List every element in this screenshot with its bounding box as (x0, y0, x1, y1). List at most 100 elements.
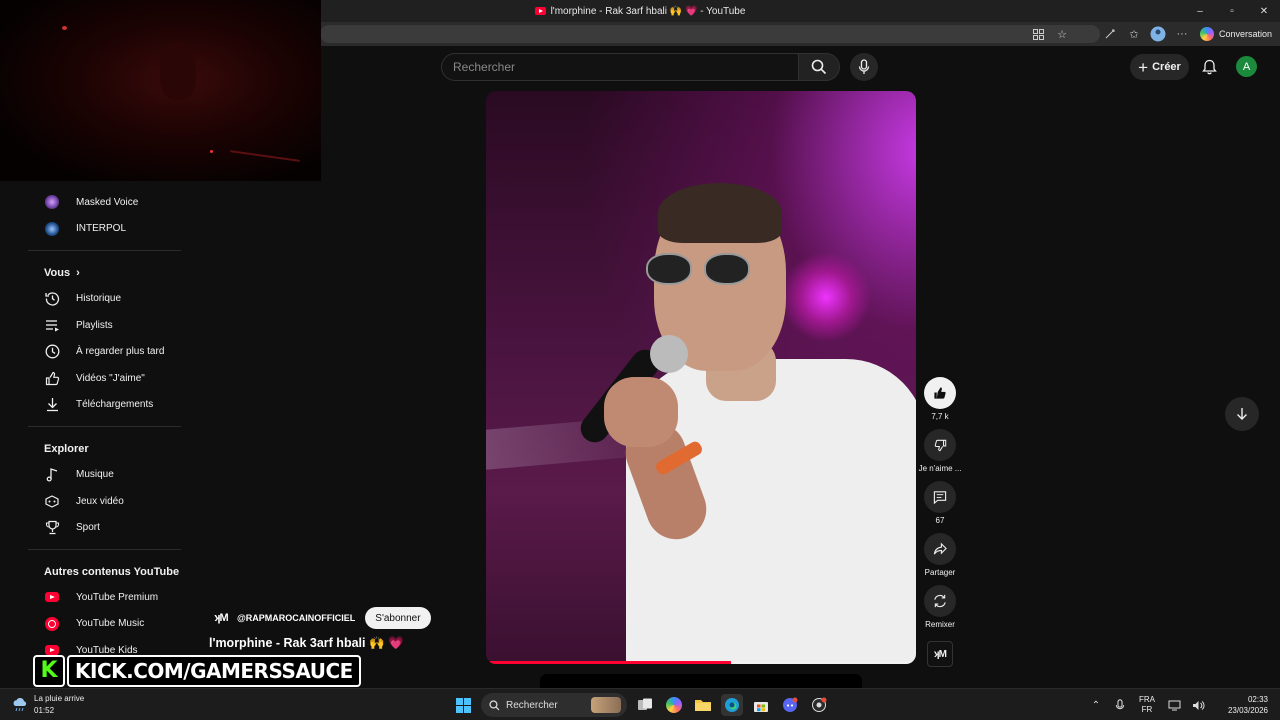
weather-widget[interactable]: La pluie arrive 01:52 (12, 693, 84, 717)
clock-icon (44, 344, 60, 360)
sidebar-heading-explorer: Explorer (44, 443, 89, 456)
sidebar-item-label: Sport (76, 522, 100, 534)
sidebar-item-youtube-premium[interactable]: YouTube Premium (28, 584, 182, 611)
minimize-button[interactable]: – (1184, 0, 1216, 22)
sidebar-item-youtube-music[interactable]: YouTube Music (28, 611, 182, 638)
split-screen-icon[interactable] (1076, 24, 1096, 44)
video-frame-performer (650, 335, 688, 373)
favorites-icon[interactable]: ✩ (1124, 24, 1144, 44)
discord-button[interactable] (779, 694, 801, 716)
remix-button[interactable] (924, 585, 956, 617)
search-box[interactable] (441, 53, 799, 81)
more-options-icon[interactable]: ··· (1172, 24, 1192, 44)
video-progress-fill (490, 661, 731, 664)
voice-search-button[interactable] (850, 53, 878, 81)
start-button[interactable] (452, 694, 474, 716)
obs-button[interactable] (808, 694, 830, 716)
like-count: 7,7 k (931, 412, 949, 421)
window-title: l'morphine - Rak 3arf hbali 🙌 💗 - YouTub… (534, 6, 745, 17)
thumbs-up-icon (934, 387, 946, 399)
like-action: 7,7 k (922, 377, 958, 429)
sidebar-item-sport[interactable]: Sport (28, 514, 182, 541)
share-button[interactable] (924, 533, 956, 565)
app-available-icon[interactable] (1028, 24, 1048, 44)
discord-icon (783, 697, 798, 712)
copilot-icon (666, 697, 682, 713)
sidebar-item-liked-videos[interactable]: Vidéos "J'aime" (28, 365, 182, 392)
channel-handle[interactable]: @RAPMAROCAINOFFICIEL (237, 613, 355, 623)
task-view-button[interactable] (634, 694, 656, 716)
kick-logo-icon: K (33, 654, 65, 687)
account-avatar[interactable]: A (1236, 56, 1257, 77)
search-highlight-image (591, 697, 621, 713)
sidebar-item-label: Musique (76, 468, 114, 480)
sidebar-item-masked-voice[interactable]: Masked Voice (28, 189, 182, 216)
microsoft-store-button[interactable] (750, 694, 772, 716)
notifications-button[interactable] (1196, 54, 1222, 80)
gamepad-icon (44, 493, 60, 509)
short-title[interactable]: l'morphine - Rak 3arf hbali 🙌 💗 (209, 636, 404, 651)
channel-avatar-icon (44, 221, 60, 237)
next-short-button[interactable] (1225, 397, 1259, 431)
sidebar-item-music[interactable]: Musique (28, 461, 182, 488)
short-actions: 7,7 k Je n'aime ... 67 Partager Remixer (919, 377, 961, 667)
sidebar-item-interpol[interactable]: INTERPOL (28, 216, 182, 243)
copilot-conversation-button[interactable]: Conversation (1199, 25, 1272, 43)
video-progress-bar[interactable] (490, 661, 912, 664)
taskbar-clock[interactable]: 02:33 23/03/2026 (1210, 694, 1280, 716)
short-video-player[interactable] (486, 91, 916, 664)
close-button[interactable]: ✕ (1248, 0, 1280, 22)
extensions-icon[interactable] (1100, 24, 1120, 44)
sound-channel-logo[interactable]: ʞM (927, 641, 953, 667)
browser-toolbar-icons: ☆ ✩ ··· (1028, 24, 1192, 44)
youtube-favicon-icon (534, 7, 546, 15)
sidebar: Masked Voice INTERPOL Vous › Historique … (28, 180, 182, 688)
copilot-icon (1199, 27, 1214, 41)
channel-avatar-icon (44, 194, 60, 210)
search-button[interactable] (798, 53, 840, 81)
bell-icon (1201, 59, 1217, 75)
subscribe-button[interactable]: S'abonner (365, 607, 431, 629)
create-button[interactable]: + Créer (1130, 54, 1189, 80)
taskbar-search[interactable]: Rechercher (481, 693, 627, 717)
sidebar-item-watch-later[interactable]: À regarder plus tard (28, 338, 182, 365)
dislike-button[interactable] (924, 429, 956, 461)
edge-icon (725, 698, 739, 712)
address-bar[interactable] (320, 25, 1100, 43)
windows-logo-icon (455, 697, 471, 713)
next-short-preview (540, 674, 862, 688)
thumbs-up-icon (44, 370, 60, 386)
share-label: Partager (924, 568, 956, 577)
sidebar-item-label: À regarder plus tard (76, 346, 165, 358)
like-button[interactable] (924, 377, 956, 409)
windows-taskbar: La pluie arrive 01:52 Rechercher ⌃ FRA F… (0, 688, 1280, 720)
microphone-icon[interactable] (1108, 698, 1132, 712)
edge-browser-button[interactable] (721, 694, 743, 716)
taskbar-apps: Rechercher (452, 692, 830, 718)
copilot-app-button[interactable] (663, 694, 685, 716)
dislike-label: Je n'aime ... (918, 464, 962, 473)
volume-icon[interactable] (1186, 700, 1210, 711)
sidebar-heading-vous[interactable]: Vous › (28, 261, 182, 285)
comments-button[interactable] (924, 481, 956, 513)
sidebar-item-downloads[interactable]: Téléchargements (28, 392, 182, 419)
sidebar-divider (28, 426, 181, 428)
favorite-star-icon[interactable]: ☆ (1052, 24, 1072, 44)
sidebar-item-label: Historique (76, 292, 122, 304)
chevron-up-icon[interactable]: ⌃ (1084, 700, 1108, 711)
file-explorer-button[interactable] (692, 694, 714, 716)
input-language-indicator[interactable]: FRA FR (1132, 695, 1162, 715)
restore-button[interactable]: ▫ (1216, 0, 1248, 22)
kick-channel-url: KICK.COM/GAMERSSAUCE (67, 654, 361, 687)
webcam-overlay (0, 0, 321, 181)
sidebar-item-label: Playlists (76, 319, 113, 331)
search-input[interactable] (453, 60, 788, 74)
channel-logo[interactable]: ʞM (211, 610, 231, 626)
search-icon (811, 59, 827, 75)
youtube-music-icon (44, 616, 60, 632)
sidebar-item-gaming[interactable]: Jeux vidéo (28, 488, 182, 515)
sidebar-item-historique[interactable]: Historique (28, 285, 182, 312)
sidebar-item-playlists[interactable]: Playlists (28, 312, 182, 339)
profile-icon[interactable] (1148, 24, 1168, 44)
network-icon[interactable] (1162, 700, 1186, 711)
